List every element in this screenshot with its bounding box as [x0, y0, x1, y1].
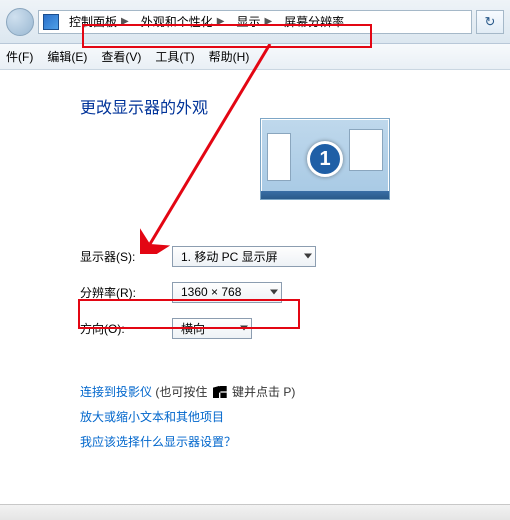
crumb-label: 控制面板 [69, 13, 117, 30]
chevron-down-icon [304, 254, 312, 259]
projector-note-suffix: 键并点击 P) [232, 385, 295, 399]
links-section: 连接到投影仪 (也可按住 键并点击 P) 放大或缩小文本和其他项目 我应该选择什… [80, 380, 510, 456]
preview-window-icon [267, 133, 291, 181]
chevron-down-icon [270, 290, 278, 295]
control-panel-icon [43, 14, 59, 30]
preview-taskbar [261, 191, 389, 199]
menu-bar: 件(F) 编辑(E) 查看(V) 工具(T) 帮助(H) [0, 44, 510, 70]
crumb-display[interactable]: 显示 ▶ [230, 11, 278, 33]
resolution-select[interactable]: 1360 × 768 [172, 282, 282, 303]
chevron-right-icon: ▶ [264, 16, 272, 27]
dialog-button-bar [0, 504, 510, 520]
link-which-display[interactable]: 我应该选择什么显示器设置？ [80, 435, 236, 449]
resolution-value: 1360 × 768 [181, 285, 241, 299]
link-projector[interactable]: 连接到投影仪 [80, 385, 152, 399]
monitor-number-badge: 1 [307, 141, 343, 177]
windows-key-icon [213, 386, 227, 398]
display-value: 1. 移动 PC 显示屏 [181, 248, 278, 265]
chevron-right-icon: ▶ [217, 16, 225, 27]
crumb-label: 外观和个性化 [141, 13, 213, 30]
crumb-label: 显示 [236, 13, 260, 30]
content-panel: 更改显示器的外观 1 显示器(S): 1. 移动 PC 显示屏 分辨率(R): … [0, 70, 510, 456]
refresh-button[interactable]: ↻ [476, 10, 504, 34]
menu-view[interactable]: 查看(V) [101, 48, 141, 65]
menu-tools[interactable]: 工具(T) [155, 48, 194, 65]
chevron-down-icon [240, 326, 248, 331]
orientation-label: 方向(O): [80, 320, 150, 337]
menu-help[interactable]: 帮助(H) [209, 48, 250, 65]
refresh-icon: ↻ [485, 14, 496, 30]
row-orientation: 方向(O): 横向 [80, 310, 510, 346]
display-label: 显示器(S): [80, 248, 150, 265]
display-select[interactable]: 1. 移动 PC 显示屏 [172, 246, 316, 267]
crumb-appearance[interactable]: 外观和个性化 ▶ [135, 11, 231, 33]
crumb-control-panel[interactable]: 控制面板 ▶ [63, 11, 135, 33]
link-text-size[interactable]: 放大或缩小文本和其他项目 [80, 410, 224, 424]
orientation-select[interactable]: 横向 [172, 318, 252, 339]
crumb-label: 屏幕分辨率 [284, 13, 344, 30]
resolution-label: 分辨率(R): [80, 284, 150, 301]
preview-window-icon [349, 129, 383, 171]
address-bar[interactable]: 控制面板 ▶ 外观和个性化 ▶ 显示 ▶ 屏幕分辨率 [38, 10, 472, 34]
crumb-resolution[interactable]: 屏幕分辨率 [278, 11, 350, 33]
row-display: 显示器(S): 1. 移动 PC 显示屏 [80, 238, 510, 274]
row-resolution: 分辨率(R): 1360 × 768 [80, 274, 510, 310]
chevron-right-icon: ▶ [121, 16, 129, 27]
page-title: 更改显示器的外观 [80, 94, 510, 118]
nav-back-button[interactable] [6, 8, 34, 36]
projector-note-prefix: (也可按住 [155, 385, 210, 399]
orientation-value: 横向 [181, 320, 205, 337]
menu-file[interactable]: 件(F) [6, 48, 33, 65]
menu-edit[interactable]: 编辑(E) [47, 48, 87, 65]
monitor-preview[interactable]: 1 [260, 118, 390, 200]
